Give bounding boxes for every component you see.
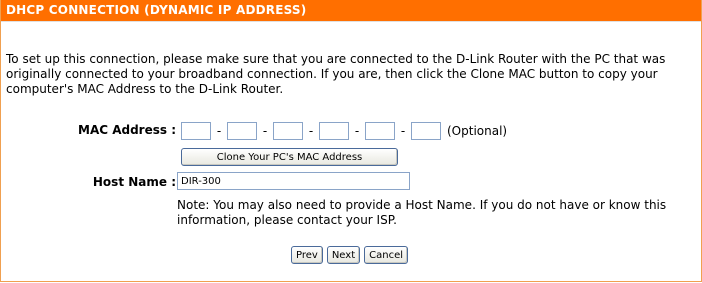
navigation-buttons: Prev Next Cancel xyxy=(291,246,409,264)
mac-address-row: MAC Address : - - - - - (Optional) xyxy=(1,120,701,142)
mac-octet-5[interactable] xyxy=(365,122,395,140)
mac-octet-1[interactable] xyxy=(181,122,211,140)
prev-button[interactable]: Prev xyxy=(291,246,323,264)
mac-address-fields: - - - - - (Optional) xyxy=(181,120,507,142)
dhcp-connection-panel: DHCP CONNECTION (DYNAMIC IP ADDRESS) To … xyxy=(0,0,702,282)
host-name-label: Host Name : xyxy=(92,175,176,189)
host-name-note: Note: You may also need to provide a Hos… xyxy=(177,198,667,227)
mac-octet-3[interactable] xyxy=(273,122,303,140)
mac-separator: - xyxy=(400,124,406,138)
mac-separator: - xyxy=(262,124,268,138)
cancel-button[interactable]: Cancel xyxy=(364,246,409,264)
intro-text: To set up this connection, please make s… xyxy=(6,52,666,96)
mac-address-label: MAC Address : xyxy=(78,123,176,137)
clone-mac-button[interactable]: Clone Your PC's MAC Address xyxy=(181,148,398,166)
mac-octet-2[interactable] xyxy=(227,122,257,140)
next-button[interactable]: Next xyxy=(326,246,361,264)
mac-octet-6[interactable] xyxy=(411,122,441,140)
host-name-input[interactable] xyxy=(177,172,410,190)
section-header: DHCP CONNECTION (DYNAMIC IP ADDRESS) xyxy=(1,0,701,22)
optional-hint: (Optional) xyxy=(447,124,508,138)
mac-separator: - xyxy=(308,124,314,138)
host-name-row: Host Name : xyxy=(1,172,701,192)
mac-octet-4[interactable] xyxy=(319,122,349,140)
mac-separator: - xyxy=(354,124,360,138)
mac-separator: - xyxy=(216,124,222,138)
